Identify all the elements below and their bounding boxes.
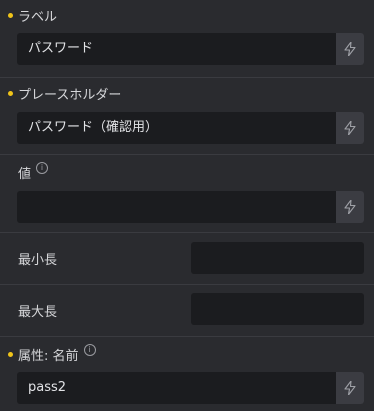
value-dynamic-button[interactable] xyxy=(336,191,364,223)
name-attr-title-row: 属性: 名前 i xyxy=(8,344,96,364)
modified-dot-icon xyxy=(8,90,13,96)
name-attr-field[interactable]: pass2 xyxy=(17,372,364,404)
minlength-title-row: 最小長 xyxy=(8,250,58,268)
value-input[interactable] xyxy=(17,191,336,223)
value-title: 値 xyxy=(18,166,32,182)
maxlength-title: 最大長 xyxy=(18,304,58,320)
value-field[interactable] xyxy=(17,191,364,223)
settings-panel: ラベル パスワード プレースホルダー パスワード（確認用） 値 i 最小長 最大… xyxy=(0,0,374,411)
label-title-row: ラベル xyxy=(8,7,58,25)
name-attr-input[interactable]: pass2 xyxy=(17,372,336,404)
maxlength-section: 最大長 xyxy=(0,285,374,337)
label-section: ラベル パスワード xyxy=(0,0,374,78)
lightning-icon xyxy=(344,42,356,56)
lightning-icon xyxy=(344,121,356,135)
modified-dot-icon xyxy=(8,351,13,357)
name-attr-title: 属性: 名前 xyxy=(18,348,79,364)
label-dynamic-button[interactable] xyxy=(336,33,364,65)
placeholder-title-row: プレースホルダー xyxy=(8,85,122,103)
minlength-title: 最小長 xyxy=(18,252,58,268)
modified-dot-icon xyxy=(8,12,13,18)
placeholder-input[interactable]: パスワード（確認用） xyxy=(17,112,336,144)
value-section: 値 i xyxy=(0,155,374,233)
name-attr-dynamic-button[interactable] xyxy=(336,372,364,404)
name-attr-section: 属性: 名前 i pass2 xyxy=(0,337,374,411)
label-input[interactable]: パスワード xyxy=(17,33,336,65)
label-title: ラベル xyxy=(18,9,58,25)
minlength-input[interactable] xyxy=(191,242,364,274)
placeholder-title: プレースホルダー xyxy=(18,87,122,103)
minlength-section: 最小長 xyxy=(0,233,374,285)
lightning-icon xyxy=(344,381,356,395)
placeholder-field[interactable]: パスワード（確認用） xyxy=(17,112,364,144)
maxlength-title-row: 最大長 xyxy=(8,302,58,320)
maxlength-input[interactable] xyxy=(191,293,364,325)
lightning-icon xyxy=(344,200,356,214)
label-field[interactable]: パスワード xyxy=(17,33,364,65)
placeholder-section: プレースホルダー パスワード（確認用） xyxy=(0,78,374,155)
placeholder-dynamic-button[interactable] xyxy=(336,112,364,144)
info-icon[interactable]: i xyxy=(83,344,96,356)
info-icon[interactable]: i xyxy=(36,162,49,174)
value-title-row: 値 i xyxy=(8,162,49,182)
